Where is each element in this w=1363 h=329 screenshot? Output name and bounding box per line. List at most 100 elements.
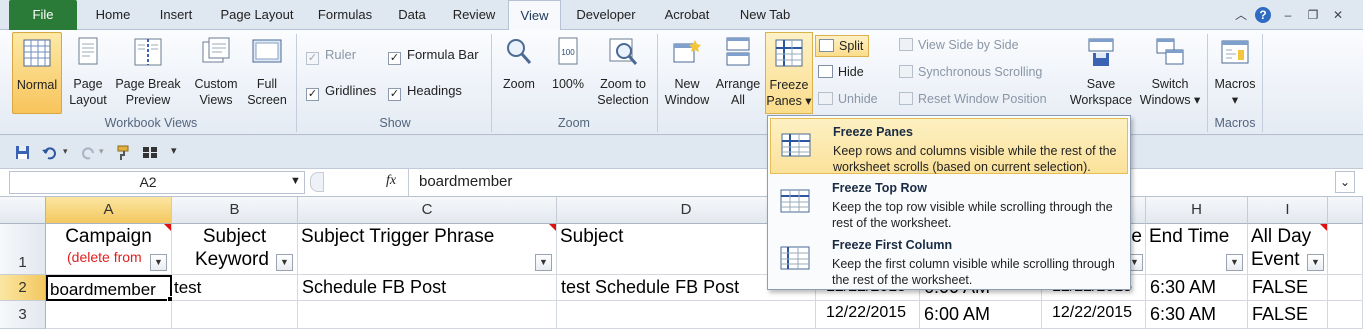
view-side-by-side-button[interactable]: View Side by Side [899,35,1019,55]
window-restore-icon[interactable]: ❐ [1305,7,1321,23]
redo-icon[interactable] [80,145,96,160]
filter-dropdown-icon[interactable]: ▼ [1226,254,1243,271]
column-header-h[interactable]: H [1146,197,1248,224]
save-icon[interactable] [15,145,30,160]
row-header-2[interactable]: 2 [0,275,46,301]
page-layout-label-1: Page [73,77,103,91]
menu-item-freeze-top-row[interactable]: Freeze Top Row Keep the top row visible … [770,175,1128,231]
tab-developer[interactable]: Developer [566,0,646,30]
undo-dropdown-icon[interactable]: ▾ [63,146,68,157]
full-screen-button[interactable]: Full Screen [244,32,290,114]
arrange-all-button[interactable]: Arrange All [714,32,762,114]
cell-b2[interactable]: test [172,275,298,301]
minimize-ribbon-icon[interactable]: ︿ [1233,7,1249,23]
cell-i1[interactable]: All Day Event ▼ [1248,224,1328,275]
tab-new-tab[interactable]: New Tab [728,0,802,30]
customize-qat-icon[interactable]: ▾ [171,144,177,157]
zoom-to-selection-button[interactable]: Zoom to Selection [594,32,652,114]
cell-i3[interactable]: FALSE [1248,301,1328,329]
insert-function-icon[interactable]: fx [386,173,396,189]
formula-input[interactable]: boardmember [419,173,512,190]
reset-window-position-button[interactable]: Reset Window Position [899,89,1047,109]
macros-icon [1221,40,1249,64]
row-header-1[interactable]: 1 [0,224,46,275]
column-header-j[interactable] [1328,197,1363,224]
ruler-checkbox[interactable]: ✓ Ruler [306,45,356,65]
synchronous-scrolling-button[interactable]: Synchronous Scrolling [899,62,1042,82]
tab-home[interactable]: Home [84,0,142,30]
cell-c2[interactable]: Schedule FB Post [298,275,557,301]
cell-c3[interactable] [298,301,557,329]
zoom-100-button[interactable]: 100 100% [545,32,591,114]
filter-dropdown-icon[interactable]: ▼ [150,254,167,271]
cell-b1[interactable]: Subject Keyword ▼ [172,224,298,275]
tab-file[interactable]: File [9,0,77,30]
filter-dropdown-icon[interactable]: ▼ [1307,254,1324,271]
column-header-i[interactable]: I [1248,197,1328,224]
cell-d3[interactable] [557,301,816,329]
formula-bar-checkbox[interactable]: ✓ Formula Bar [388,45,479,65]
help-icon[interactable]: ? [1255,7,1271,23]
page-layout-icon [78,37,98,65]
cell-j2[interactable] [1328,275,1363,301]
switch-windows-label-2: Windows ▾ [1139,93,1201,107]
tab-data[interactable]: Data [386,0,438,30]
cell-j3[interactable] [1328,301,1363,329]
cell-a1[interactable]: Campaign (delete from ▼ [46,224,172,275]
cell-g3[interactable]: 12/22/2015 [1042,301,1146,329]
tab-formulas[interactable]: Formulas [309,0,381,30]
cell-f3[interactable]: 6:00 AM [920,301,1042,329]
cell-b3[interactable] [172,301,298,329]
window-close-icon[interactable]: ✕ [1330,7,1346,23]
column-header-b[interactable]: B [172,197,298,224]
cell-h2[interactable]: 6:30 AM [1146,275,1248,301]
cell-h1[interactable]: End Time ▼ [1146,224,1248,275]
cell-c1[interactable]: Subject Trigger Phrase ▼ [298,224,557,275]
name-box-dropdown-icon[interactable]: ▼ [290,175,301,187]
new-window-button[interactable]: New Window [663,32,711,114]
switch-windows-button[interactable]: Switch Windows ▾ [1137,32,1203,114]
menu-item-freeze-panes[interactable]: Freeze Panes Keep rows and columns visib… [770,118,1128,174]
normal-view-button[interactable]: Normal [12,32,62,114]
page-layout-view-button[interactable]: Page Layout [64,32,112,114]
redo-dropdown-icon[interactable]: ▾ [99,146,104,157]
expand-formula-bar-icon[interactable]: ⌄ [1335,171,1355,193]
row-header-3[interactable]: 3 [0,301,46,329]
formula-bar-splitter[interactable] [310,172,324,192]
menu-item-freeze-first-column[interactable]: Freeze First Column Keep the first colum… [770,232,1128,288]
freeze-panes-button[interactable]: Freeze Panes ▾ [765,32,813,114]
tab-view[interactable]: View [508,0,561,31]
format-painter-icon[interactable] [116,144,133,161]
filter-dropdown-icon[interactable]: ▼ [276,254,293,271]
column-header-a[interactable]: A [46,197,172,224]
column-header-c[interactable]: C [298,197,557,224]
new-window-label-2: Window [664,93,710,107]
headings-checkbox[interactable]: ✓ Headings [388,81,462,101]
cell-e3[interactable]: 12/22/2015 [816,301,920,329]
cell-i2[interactable]: FALSE [1248,275,1328,301]
cell-a3[interactable] [46,301,172,329]
page-break-preview-button[interactable]: Page Break Preview [113,32,183,114]
cell-j1[interactable] [1328,224,1363,275]
tab-acrobat[interactable]: Acrobat [652,0,722,30]
split-button[interactable]: Split [815,35,869,57]
save-workspace-button[interactable]: Save Workspace [1066,32,1136,114]
undo-icon[interactable] [42,145,58,160]
macros-button[interactable]: Macros ▾ [1212,32,1258,114]
hide-button[interactable]: Hide [818,62,864,82]
cell-a2-selected[interactable]: boardmember [46,275,172,301]
select-all-corner[interactable] [0,197,46,224]
cell-h3[interactable]: 6:30 AM [1146,301,1248,329]
filter-dropdown-icon[interactable]: ▼ [535,254,552,271]
custom-views-button[interactable]: Custom Views [190,32,242,114]
menu-item-description: Keep rows and columns visible while the … [833,144,1117,174]
tab-review[interactable]: Review [444,0,504,30]
borders-icon[interactable] [142,146,158,159]
gridlines-checkbox[interactable]: ✓ Gridlines [306,81,376,101]
tab-insert[interactable]: Insert [147,0,205,30]
window-minimize-icon[interactable]: – [1280,7,1296,23]
name-box[interactable]: A2 ▼ [9,171,305,194]
zoom-button[interactable]: Zoom [497,32,541,114]
tab-page-layout[interactable]: Page Layout [210,0,304,30]
unhide-button[interactable]: Unhide [818,89,878,109]
